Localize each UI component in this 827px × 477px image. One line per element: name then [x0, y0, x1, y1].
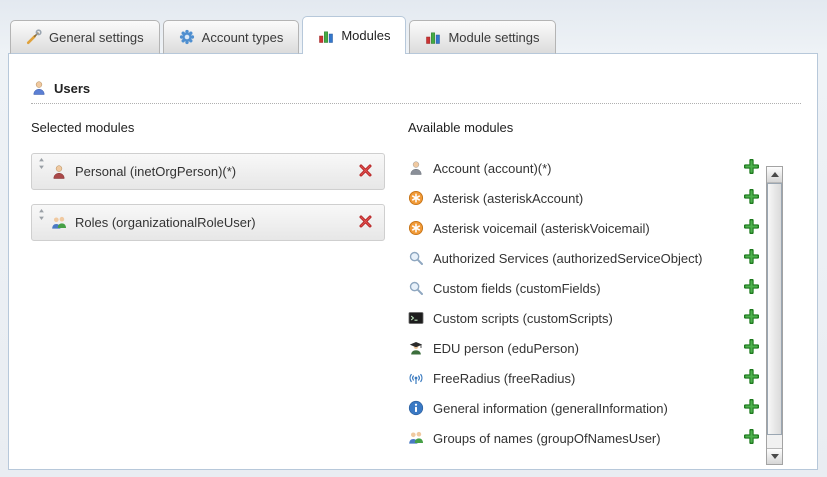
drag-handle-icon[interactable]: [36, 157, 47, 170]
remove-module-button[interactable]: [356, 161, 375, 183]
modules-chart-icon: [318, 28, 334, 44]
available-module-label: EDU person (eduPerson): [433, 341, 579, 356]
drag-handle-icon[interactable]: [36, 208, 47, 221]
users-section-header: Users: [31, 80, 801, 104]
add-module-button[interactable]: [742, 187, 761, 209]
available-modules-column: Available modules Account (account)(*) A…: [408, 120, 817, 453]
scrollbar-track[interactable]: [767, 183, 782, 448]
delete-x-icon: [358, 214, 373, 232]
available-module-label: General information (generalInformation): [433, 401, 668, 416]
tab-account-types[interactable]: Account types: [163, 20, 300, 54]
scrollbar-thumb[interactable]: [767, 183, 782, 435]
selected-module-label: Roles (organizationalRoleUser): [75, 215, 256, 230]
available-module-row: Account (account)(*): [408, 153, 761, 183]
available-module-row: General information (generalInformation): [408, 393, 761, 423]
section-title: Users: [54, 81, 90, 96]
roles-group-icon: [51, 215, 67, 231]
add-plus-icon: [744, 309, 759, 327]
modules-chart-icon: [425, 29, 441, 45]
info-icon: [408, 400, 424, 416]
antenna-icon: [408, 370, 424, 386]
selected-module-label: Personal (inetOrgPerson)(*): [75, 164, 236, 179]
tab-label: Module settings: [448, 30, 539, 45]
available-module-label: FreeRadius (freeRadius): [433, 371, 575, 386]
add-module-button[interactable]: [742, 157, 761, 179]
add-plus-icon: [744, 189, 759, 207]
selected-modules-column: Selected modules Personal (inetOrgPerson…: [31, 120, 385, 453]
asterisk-icon: [408, 190, 424, 206]
add-module-button[interactable]: [742, 337, 761, 359]
available-module-row: Asterisk (asteriskAccount): [408, 183, 761, 213]
available-module-label: Asterisk voicemail (asteriskVoicemail): [433, 221, 650, 236]
person-icon: [51, 164, 67, 180]
tab-module-settings[interactable]: Module settings: [409, 20, 555, 54]
magnifier-icon: [408, 250, 424, 266]
available-module-label: Custom scripts (customScripts): [433, 311, 613, 326]
add-module-button[interactable]: [742, 427, 761, 449]
remove-module-button[interactable]: [356, 212, 375, 234]
tools-icon: [26, 29, 42, 45]
available-module-row: Asterisk voicemail (asteriskVoicemail): [408, 213, 761, 243]
add-module-button[interactable]: [742, 367, 761, 389]
add-module-button[interactable]: [742, 247, 761, 269]
add-module-button[interactable]: [742, 397, 761, 419]
selected-module-row: Personal (inetOrgPerson)(*): [31, 153, 385, 190]
console-script-icon: [408, 310, 424, 326]
selected-module-row: Roles (organizationalRoleUser): [31, 204, 385, 241]
tab-label: Account types: [202, 30, 284, 45]
add-plus-icon: [744, 159, 759, 177]
add-plus-icon: [744, 339, 759, 357]
arrow-up-icon: [771, 172, 779, 177]
lam-configuration-page: General settings Account types Modules M…: [0, 0, 827, 477]
available-module-row: EDU person (eduPerson): [408, 333, 761, 363]
add-plus-icon: [744, 369, 759, 387]
modules-panel: Users Selected modules Personal (inetOrg…: [8, 53, 818, 470]
selected-modules-title: Selected modules: [31, 120, 385, 135]
available-module-label: Custom fields (customFields): [433, 281, 601, 296]
add-plus-icon: [744, 219, 759, 237]
user-icon: [31, 80, 47, 96]
tab-general-settings[interactable]: General settings: [10, 20, 160, 54]
scroll-up-button[interactable]: [767, 167, 782, 183]
account-person-icon: [408, 160, 424, 176]
available-module-label: Account (account)(*): [433, 161, 552, 176]
asterisk-icon: [408, 220, 424, 236]
add-plus-icon: [744, 249, 759, 267]
group-icon: [408, 430, 424, 446]
available-module-label: Authorized Services (authorizedServiceOb…: [433, 251, 703, 266]
badge-icon: [179, 29, 195, 45]
available-modules-title: Available modules: [408, 120, 761, 135]
available-module-row: Authorized Services (authorizedServiceOb…: [408, 243, 761, 273]
magnifier-icon: [408, 280, 424, 296]
add-module-button[interactable]: [742, 307, 761, 329]
scroll-down-button[interactable]: [767, 448, 782, 464]
available-module-label: Asterisk (asteriskAccount): [433, 191, 583, 206]
tab-bar: General settings Account types Modules M…: [10, 16, 556, 54]
available-module-label: Groups of names (groupOfNamesUser): [433, 431, 661, 446]
module-columns: Selected modules Personal (inetOrgPerson…: [9, 104, 817, 453]
tab-modules[interactable]: Modules: [302, 16, 406, 54]
arrow-down-icon: [771, 454, 779, 459]
scrollbar[interactable]: [766, 166, 783, 465]
tab-label: Modules: [341, 28, 390, 43]
available-module-row: Custom scripts (customScripts): [408, 303, 761, 333]
available-module-row: FreeRadius (freeRadius): [408, 363, 761, 393]
add-plus-icon: [744, 399, 759, 417]
available-module-row: Groups of names (groupOfNamesUser): [408, 423, 761, 453]
available-module-row: Custom fields (customFields): [408, 273, 761, 303]
add-plus-icon: [744, 279, 759, 297]
add-plus-icon: [744, 429, 759, 447]
graduate-person-icon: [408, 340, 424, 356]
add-module-button[interactable]: [742, 277, 761, 299]
delete-x-icon: [358, 163, 373, 181]
add-module-button[interactable]: [742, 217, 761, 239]
tab-label: General settings: [49, 30, 144, 45]
